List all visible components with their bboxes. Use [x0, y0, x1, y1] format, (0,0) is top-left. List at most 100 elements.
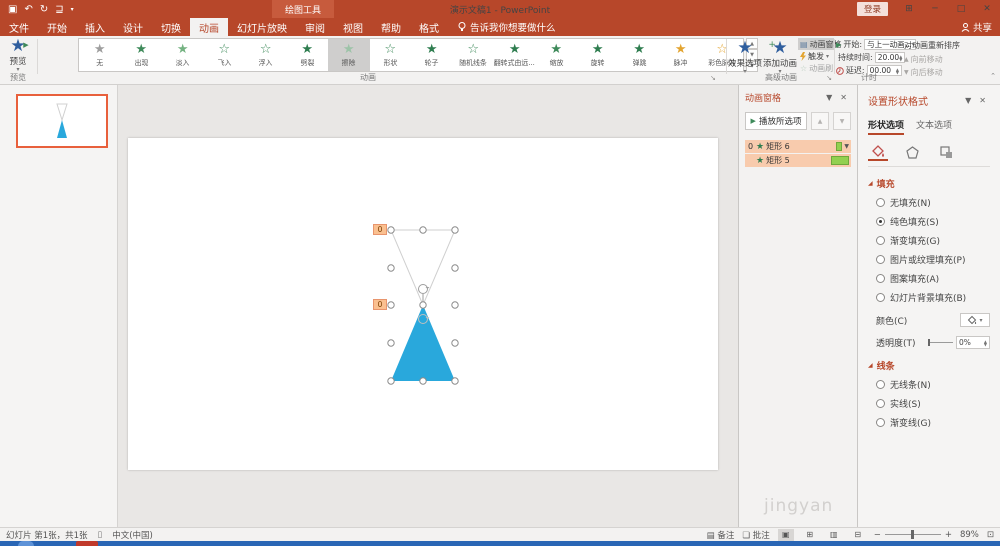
gallery-item-fly-in[interactable]: ☆ 飞入 [204, 39, 246, 71]
fit-slide-to-window-icon[interactable]: ⊡ [987, 530, 994, 540]
animation-list-item[interactable]: ★ 矩形 5 [745, 154, 851, 167]
effects-icon[interactable] [902, 143, 922, 161]
preview-button[interactable]: ★ ▶ 预览 ▾ [0, 36, 36, 73]
advanced-animation-dialog-launcher-icon[interactable]: ↘ [826, 74, 832, 82]
blue-triangle-shape[interactable] [391, 305, 455, 381]
fill-option-no-fill[interactable]: 无填充(N) [876, 196, 990, 209]
fill-option-background[interactable]: 幻灯片背景填充(B) [876, 291, 990, 304]
tab-review[interactable]: 审阅 [296, 18, 334, 36]
item-dropdown-icon[interactable]: ▼ [844, 143, 849, 150]
transparency-slider[interactable] [928, 339, 953, 346]
transparency-input[interactable]: 0% ▲ ▼ [956, 336, 990, 349]
normal-view-button[interactable]: ▣ [777, 528, 794, 541]
slide-number-indicator[interactable]: 幻灯片 第1张，共1张 [6, 529, 88, 541]
transparency-spin-down-icon[interactable]: ▼ [984, 342, 987, 346]
duration-spin-down-icon[interactable]: ▼ [899, 57, 902, 61]
animation-pane-button[interactable]: ▤ 动画窗格 [798, 38, 842, 50]
slideshow-view-button[interactable]: ⊟ [850, 529, 866, 541]
tab-animations[interactable]: 动画 [190, 18, 228, 36]
collapse-ribbon-icon[interactable]: ⌃ [990, 72, 996, 80]
tab-insert[interactable]: 插入 [76, 18, 114, 36]
play-selected-button[interactable]: ▶ 播放所选项 [745, 112, 807, 130]
animation-dialog-launcher-icon[interactable]: ↘ [710, 74, 716, 82]
zoom-slider[interactable] [884, 530, 941, 539]
tab-transitions[interactable]: 切换 [152, 18, 190, 36]
tab-design[interactable]: 设计 [114, 18, 152, 36]
line-option-no-line[interactable]: 无线条(N) [876, 378, 990, 391]
redo-icon[interactable]: ↻ [40, 4, 48, 15]
size-properties-icon[interactable] [936, 143, 956, 161]
gallery-item-spin[interactable]: ★ 旋转 [577, 39, 619, 71]
zoom-level[interactable]: 89% [960, 530, 979, 540]
ribbon-display-options-icon[interactable]: ⊞ [896, 0, 922, 18]
reorder-up-button[interactable]: ▲ [811, 112, 829, 130]
move-later-button[interactable]: ▼ 向后移动 [904, 66, 974, 79]
effect-options-button[interactable]: ★ 效果选项 ▾ [728, 38, 762, 75]
comments-button[interactable]: ❏ 批注 [742, 529, 769, 541]
trigger-button[interactable]: 触发 ▾ [798, 50, 834, 62]
gallery-item-random-bars[interactable]: ☆ 随机线条 [453, 39, 495, 71]
gallery-item-flip[interactable]: ★ 翻转式由远... [494, 39, 536, 71]
slide-canvas[interactable]: 0 0 [118, 85, 738, 527]
tab-help[interactable]: 帮助 [372, 18, 410, 36]
language-indicator[interactable]: 中文(中国) [112, 529, 153, 541]
minimize-icon[interactable]: ─ [922, 0, 948, 18]
tab-shape-options[interactable]: 形状选项 [868, 118, 905, 135]
gallery-item-wheel[interactable]: ★ 轮子 [411, 39, 453, 71]
line-option-solid[interactable]: 实线(S) [876, 397, 990, 410]
start-slideshow-icon[interactable]: ⊒ [55, 4, 63, 15]
start-button[interactable] [18, 541, 34, 546]
gallery-item-float-in[interactable]: ☆ 浮入 [245, 39, 287, 71]
fill-option-pattern[interactable]: 图案填充(A) [876, 272, 990, 285]
taskbar-app-icon[interactable] [76, 541, 98, 546]
sign-in-button[interactable]: 登录 [856, 2, 888, 16]
close-icon[interactable]: ✕ [974, 0, 1000, 18]
gallery-item-wipe[interactable]: ★ 擦除 [328, 39, 370, 71]
gallery-item-shape[interactable]: ☆ 形状 [370, 39, 412, 71]
gallery-item-bounce[interactable]: ★ 弹跳 [619, 39, 661, 71]
duration-input[interactable]: 20.00 ▲ ▼ [874, 52, 906, 63]
gallery-item-none[interactable]: ★ 无 [79, 39, 121, 71]
tell-me-box[interactable]: 告诉我你想要做什么 [448, 18, 566, 36]
fill-option-solid[interactable]: 纯色填充(S) [876, 215, 990, 228]
animation-pane-close-icon[interactable]: ✕ [836, 93, 851, 102]
gallery-item-pulse[interactable]: ★ 脉冲 [660, 39, 702, 71]
tab-text-options[interactable]: 文本选项 [916, 118, 952, 135]
notes-button[interactable]: ▤ 备注 [707, 529, 735, 541]
format-panel-close-icon[interactable]: ✕ [975, 96, 990, 105]
accessibility-icon[interactable]: ▯ [98, 530, 103, 540]
animation-order-tag[interactable]: 0 [373, 299, 387, 310]
gallery-item-fade[interactable]: ★ 淡入 [162, 39, 204, 71]
fill-option-gradient[interactable]: 渐变填充(G) [876, 234, 990, 247]
slide-sorter-view-button[interactable]: ⊞ [802, 529, 818, 541]
fill-option-picture-texture[interactable]: 图片或纹理填充(P) [876, 253, 990, 266]
tab-format[interactable]: 格式 [410, 18, 448, 36]
fill-and-line-icon[interactable] [868, 143, 888, 161]
save-icon[interactable]: ▣ [8, 4, 17, 15]
undo-icon[interactable]: ↶ [24, 4, 32, 15]
line-option-gradient[interactable]: 渐变线(G) [876, 416, 990, 429]
collapse-triangle-icon[interactable]: ◢ [868, 362, 873, 369]
customize-quick-access-icon[interactable]: ▾ [71, 6, 74, 13]
animation-order-tag[interactable]: 0 [373, 224, 387, 235]
reorder-down-button[interactable]: ▼ [833, 112, 851, 130]
share-button[interactable]: 共享 [961, 18, 992, 36]
gallery-item-zoom[interactable]: ★ 缩放 [536, 39, 578, 71]
format-panel-menu-icon[interactable]: ▼ [961, 96, 975, 105]
gallery-item-appear[interactable]: ★ 出现 [121, 39, 163, 71]
animation-pane-menu-icon[interactable]: ▼ [822, 93, 836, 102]
tab-home[interactable]: 开始 [38, 18, 76, 36]
collapse-triangle-icon[interactable]: ◢ [868, 180, 873, 187]
zoom-out-icon[interactable]: − [874, 530, 881, 540]
tab-view[interactable]: 视图 [334, 18, 372, 36]
animation-list-item[interactable]: 0 ★ 矩形 6 ▼ [745, 140, 851, 153]
zoom-in-icon[interactable]: + [945, 530, 952, 540]
reading-view-button[interactable]: ▥ [826, 529, 842, 541]
maximize-icon[interactable]: □ [948, 0, 974, 18]
gallery-item-split[interactable]: ★ 劈裂 [287, 39, 329, 71]
tab-slideshow[interactable]: 幻灯片放映 [228, 18, 296, 36]
move-earlier-button[interactable]: ▲ 向前移动 [904, 53, 974, 66]
slide-thumbnail-1[interactable] [16, 94, 108, 148]
fill-color-button[interactable]: ▾ [960, 313, 990, 327]
add-animation-button[interactable]: ★ + 添加动画 ▾ [763, 38, 797, 75]
